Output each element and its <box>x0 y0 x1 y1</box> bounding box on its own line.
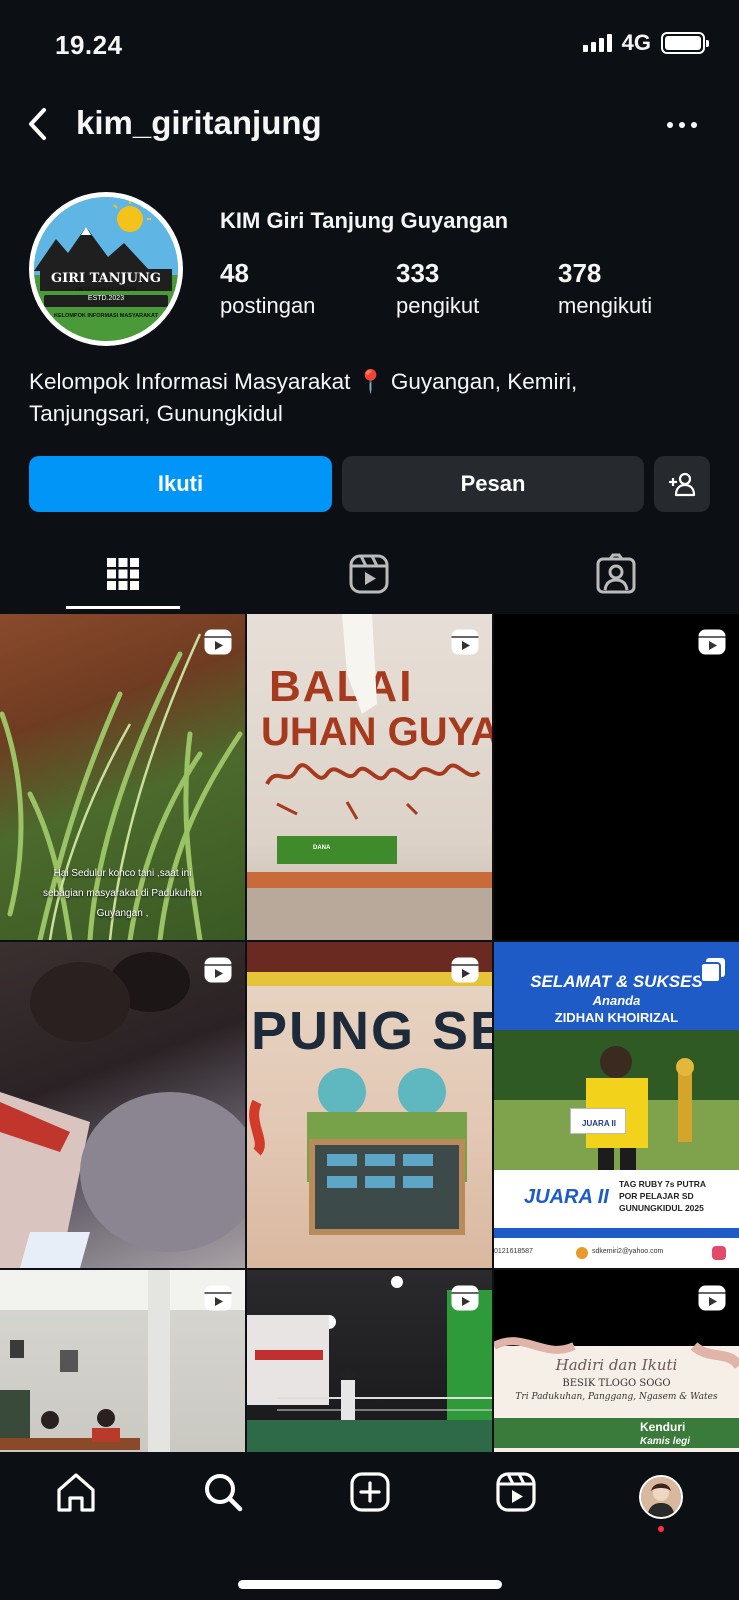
invite-line: BESIK TLOGO SOGO <box>562 1378 671 1389</box>
reel-icon <box>451 957 479 983</box>
invite-line: Tri Padukuhan, Panggang, Ngasem & Wates <box>515 1392 718 1402</box>
invite-line: Hadiri dan Ikuti <box>555 1356 678 1374</box>
post-thumbnail[interactable] <box>0 942 245 1268</box>
stat-followers[interactable]: 333 pengikut <box>396 258 479 319</box>
search-icon[interactable] <box>201 1470 245 1514</box>
post-thumbnail[interactable]: PUNG SE <box>247 942 492 1268</box>
more-options-icon[interactable] <box>667 122 697 128</box>
profile-bio: Kelompok Informasi Masyarakat 📍 Guyangan… <box>29 366 709 430</box>
status-indicators: 4G <box>582 30 709 56</box>
network-label: 4G <box>621 30 651 55</box>
stat-value: 333 <box>396 258 440 288</box>
sign-badge-text: DANA <box>313 845 331 851</box>
back-arrow-icon[interactable] <box>22 104 54 144</box>
battery-icon <box>661 32 709 54</box>
grid-icon[interactable] <box>101 552 145 596</box>
reel-icon <box>698 629 726 655</box>
post-thumbnail[interactable]: Hai Sedulur konco tani ,saat ini sebagia… <box>0 614 245 940</box>
create-post-icon[interactable] <box>348 1470 392 1514</box>
profile-username: kim_giritanjung <box>76 104 322 141</box>
suggested-people-button[interactable] <box>654 456 710 512</box>
mural-photo <box>247 942 492 1235</box>
mural-text: PUNG SE <box>251 1001 492 1061</box>
stat-label: postingan <box>220 293 316 318</box>
home-icon[interactable] <box>54 1470 98 1514</box>
stat-label: mengikuti <box>558 293 653 318</box>
reel-icon <box>698 1285 726 1311</box>
posts-grid: Hai Sedulur konco tani ,saat ini sebagia… <box>0 614 739 1596</box>
logo-title: GIRI TANJUNG <box>51 271 161 286</box>
poster-paper: JUARA II <box>570 1108 626 1134</box>
active-tab-indicator <box>66 606 180 609</box>
stat-value: 48 <box>220 258 249 288</box>
user-photo <box>641 1477 681 1517</box>
stat-following[interactable]: 378 mengikuti <box>558 258 652 319</box>
notification-dot <box>658 1526 664 1532</box>
reel-icon <box>451 1285 479 1311</box>
stat-label: pengikut <box>396 293 480 318</box>
reel-icon <box>204 957 232 983</box>
logo-ring-text: KELOMPOK INFORMASI MASYARAKAT <box>54 313 158 319</box>
post-caption-line: Guyangan , <box>96 908 149 919</box>
giri-tanjung-logo: GIRI TANJUNG PADUKUHAN GUYANGAN ESTD.202… <box>34 197 178 341</box>
poster-event-line: TAG RUBY 7s PUTRA <box>619 1179 707 1189</box>
bio-line: Kelompok Informasi Masyarakat 📍 Guyangan… <box>29 369 578 394</box>
award-photo <box>494 1030 739 1268</box>
poster-event-line: POR PELAJAR SD <box>619 1191 694 1201</box>
javanese-script <box>247 614 492 940</box>
signal-icon <box>582 34 612 52</box>
logo-subtitle: PADUKUHAN GUYANGAN <box>75 287 137 293</box>
sign-badge: DANA <box>277 836 397 864</box>
logo-estd: ESTD.2023 <box>87 295 125 302</box>
bottom-navigation <box>0 1452 739 1600</box>
poster-paper-text: JUARA II <box>582 1119 616 1128</box>
post-thumbnail[interactable] <box>494 614 739 940</box>
post-thumbnail[interactable]: SELAMAT & SUKSES Ananda ZIDHAN KHOIRIZAL… <box>494 942 739 1268</box>
status-time: 19.24 <box>55 30 123 60</box>
post-caption-line: Hai Sedulur konco tani ,saat ini <box>53 868 192 879</box>
reel-icon <box>451 629 479 655</box>
poster-event-line: GUNUNGKIDUL 2025 <box>619 1203 704 1213</box>
reels-tab-icon[interactable] <box>347 552 391 596</box>
avatar[interactable]: GIRI TANJUNG PADUKUHAN GUYANGAN ESTD.202… <box>29 192 183 346</box>
reel-icon <box>204 629 232 655</box>
home-indicator <box>238 1580 502 1589</box>
add-person-icon <box>669 472 696 497</box>
post-caption-line: sebagian masyarakat di Padukuhan <box>43 888 202 899</box>
bio-line: Tanjungsari, Gunungkidul <box>29 401 283 426</box>
carousel-icon <box>700 958 725 983</box>
message-button[interactable]: Pesan <box>342 456 644 512</box>
reel-icon <box>204 1285 232 1311</box>
tagged-tab-icon[interactable] <box>594 552 638 596</box>
stat-posts[interactable]: 48 postingan <box>220 258 315 319</box>
profile-display-name: KIM Giri Tanjung Guyangan <box>220 208 509 233</box>
profile-avatar-nav[interactable] <box>639 1475 683 1519</box>
crowd-photo <box>0 952 245 1268</box>
reels-icon[interactable] <box>494 1470 538 1514</box>
poster-phone: 0121618587 <box>494 1248 533 1255</box>
invite-line: Kenduri <box>640 1420 686 1434</box>
poster-rank: JUARA II <box>524 1186 609 1208</box>
stat-value: 378 <box>558 258 602 288</box>
poster-event: TAG RUBY 7s PUTRA POR PELAJAR SD GUNUNGK… <box>619 1178 735 1214</box>
post-thumbnail[interactable]: BALAI UHAN GUYAN DANA <box>247 614 492 940</box>
poster-email: sdkemiri2@yahoo.com <box>592 1248 664 1255</box>
invite-line: Kamis legi <box>640 1436 691 1447</box>
follow-button[interactable]: Ikuti <box>29 456 332 512</box>
